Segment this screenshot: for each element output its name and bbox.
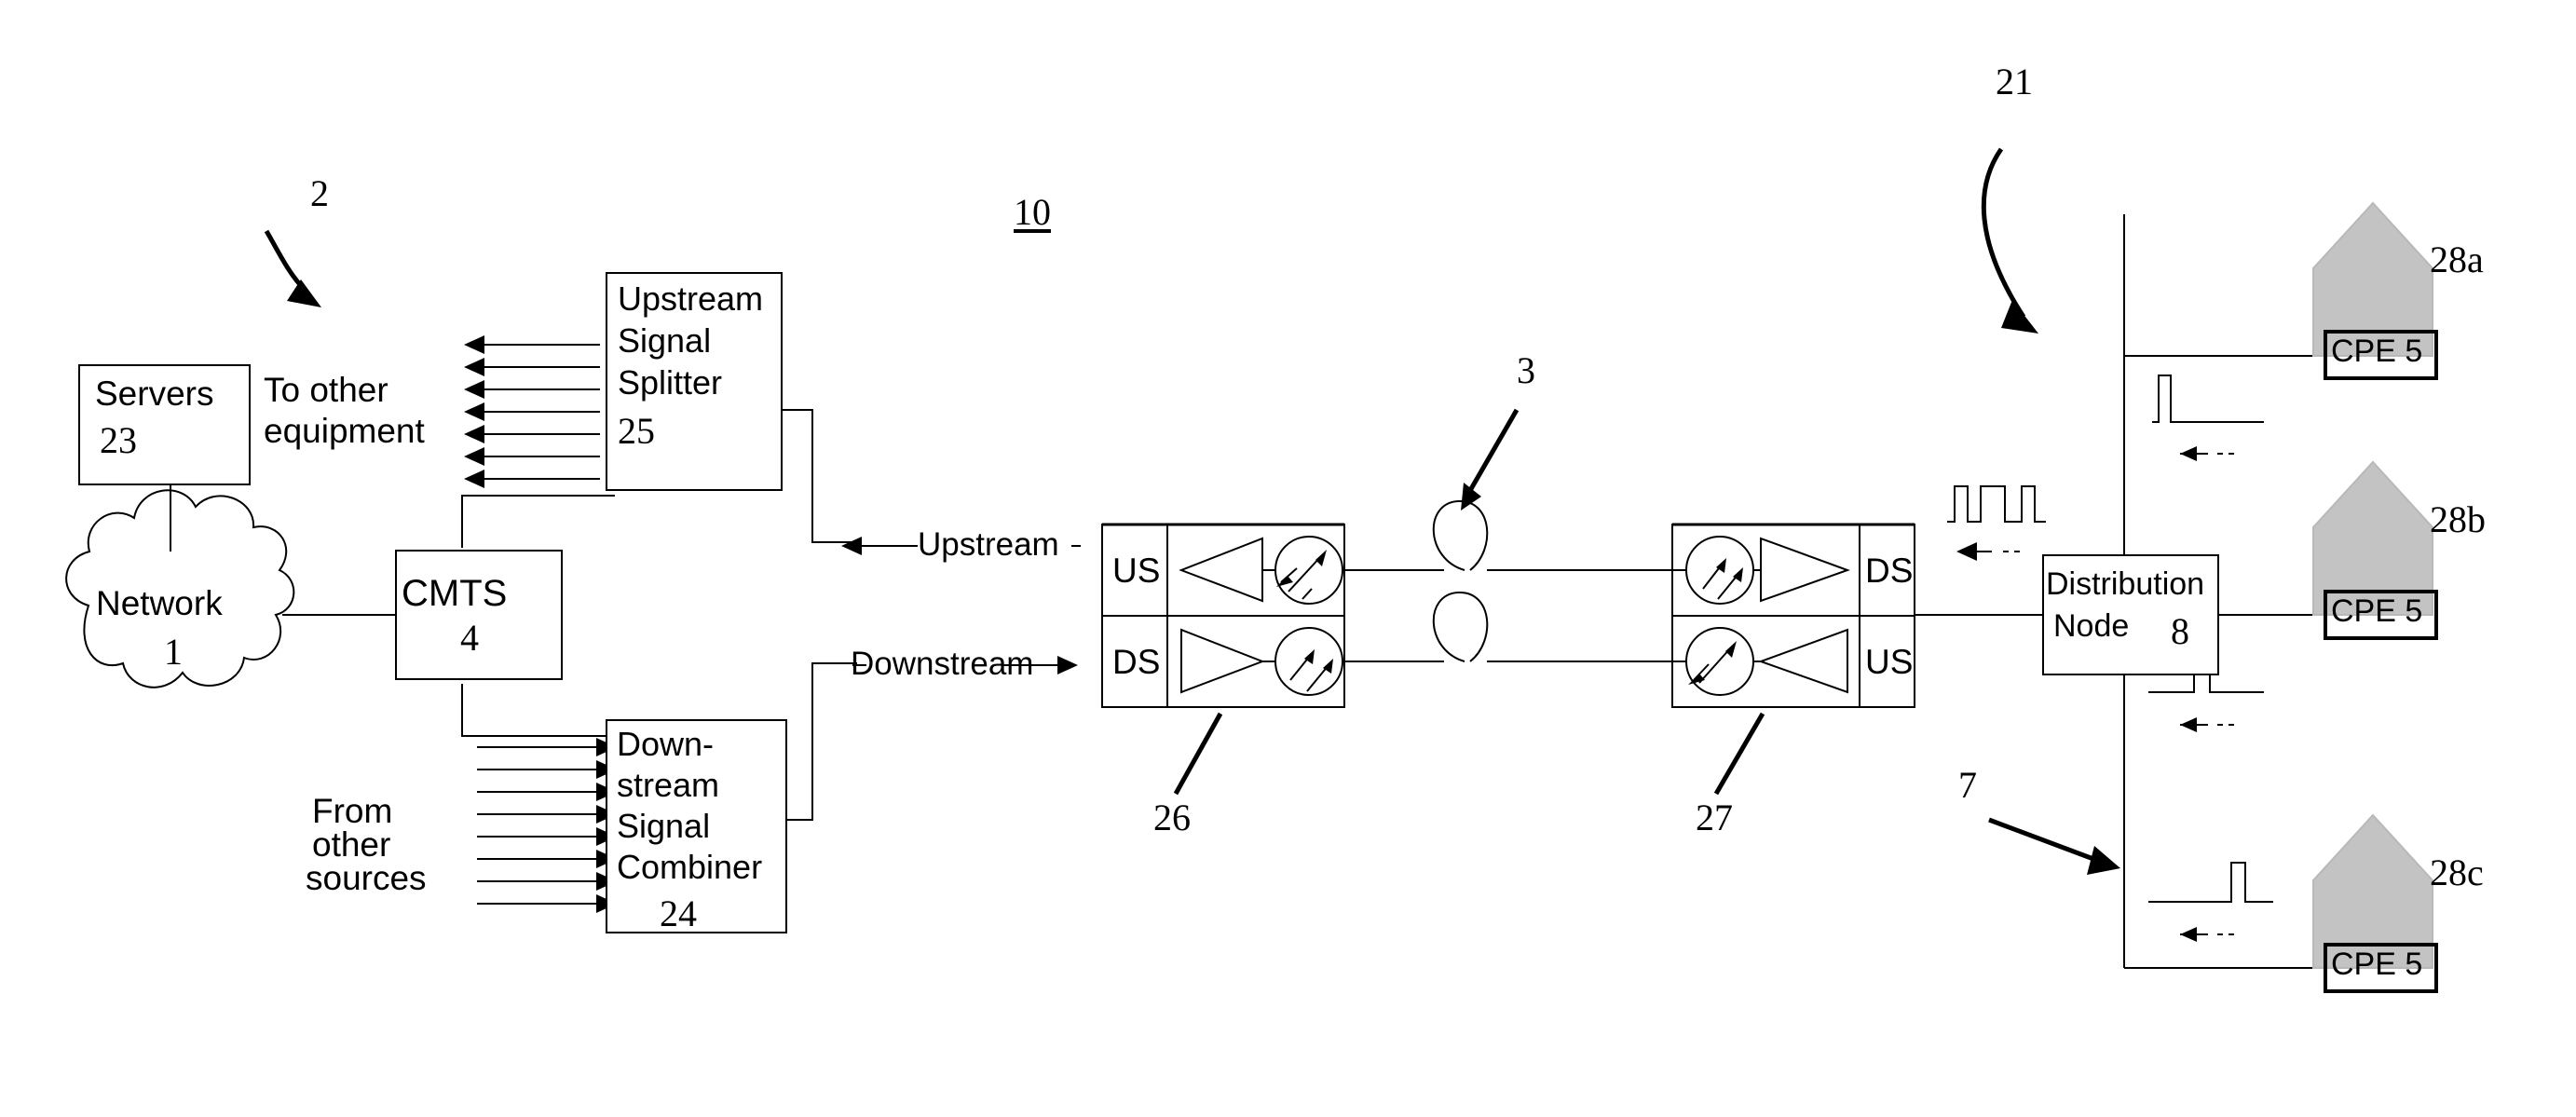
cpe-c-reference-label: 28c (2430, 851, 2484, 893)
cpe-b-device-label: CPE 5 (2331, 593, 2423, 629)
fiber-link-graphics (1368, 408, 1672, 662)
downstream-combiner-number: 24 (660, 892, 697, 934)
to-other-equipment-label-line2: equipment (264, 412, 425, 450)
to-other-equipment-label-line1: To other (264, 371, 388, 409)
distribution-node-label-line1: Distribution (2046, 566, 2205, 602)
cpe-a-waveform-pulse (2152, 375, 2264, 423)
upstream-splitter-label-line3: Splitter (618, 363, 723, 402)
downstream-combiner-label-line4: Combiner (617, 848, 763, 886)
cpe-c-device-label: CPE 5 (2331, 947, 2423, 982)
ref-2-leader-arrow (264, 229, 321, 307)
downstream-combiner-label-line1: Down- (617, 725, 715, 763)
downstream-direction-label: Downstream (851, 646, 1034, 682)
cpe-a-reference-label: 28a (2430, 238, 2484, 280)
cmts-number: 4 (460, 617, 479, 659)
upstream-splitter-label-line1: Upstream (618, 279, 764, 318)
cmts-box[interactable] (395, 550, 563, 680)
distribution-node-number: 8 (2171, 610, 2189, 652)
ref-2-label: 2 (310, 172, 329, 214)
upstream-splitter-number: 25 (618, 410, 655, 452)
transceiver-26-number: 26 (1153, 797, 1191, 838)
cpe-a-device-label: CPE 5 (2331, 334, 2423, 369)
ref-21-leader-arrow (1981, 147, 2038, 334)
upstream-splitter-label-line2: Signal (618, 321, 712, 360)
transceiver-27-ds-port-label: DS (1865, 552, 1914, 590)
downstream-combiner-label-line3: Signal (617, 807, 711, 845)
downstream-combiner-input-lines (477, 738, 617, 913)
upstream-splitter-input-lines (464, 335, 600, 488)
figure-canvas: 2 Servers 23 Network 1 To other equipmen… (0, 0, 2576, 1117)
from-other-sources-label-line3: sources (306, 859, 427, 897)
transceiver-27-us-port-label: US (1865, 643, 1914, 681)
ref-3-label: 3 (1517, 349, 1535, 391)
network-label: Network (96, 584, 223, 622)
trunk-waveform-pulses (1947, 485, 2046, 523)
network-number: 1 (164, 631, 183, 673)
servers-label: Servers (95, 375, 214, 413)
transceiver-27-number: 27 (1696, 797, 1733, 838)
downstream-combiner-label-line2: stream (617, 766, 720, 804)
servers-number: 23 (100, 419, 137, 461)
upstream-direction-label: Upstream (918, 526, 1059, 563)
cpe-b-reference-label: 28b (2430, 498, 2486, 540)
distribution-node-label-line2: Node (2053, 608, 2130, 644)
transceiver-26-us-port-label: US (1112, 552, 1161, 590)
ref-7-leader-arrow (1988, 817, 2120, 875)
figure-id-label: 10 (1014, 191, 1051, 233)
cmts-label: CMTS (402, 573, 508, 614)
cpe-c-waveform-pulse (2148, 862, 2273, 903)
ref-21-label: 21 (1996, 61, 2033, 102)
ref-7-label: 7 (1958, 764, 1977, 806)
transceiver-26-ds-port-label: DS (1112, 643, 1161, 681)
